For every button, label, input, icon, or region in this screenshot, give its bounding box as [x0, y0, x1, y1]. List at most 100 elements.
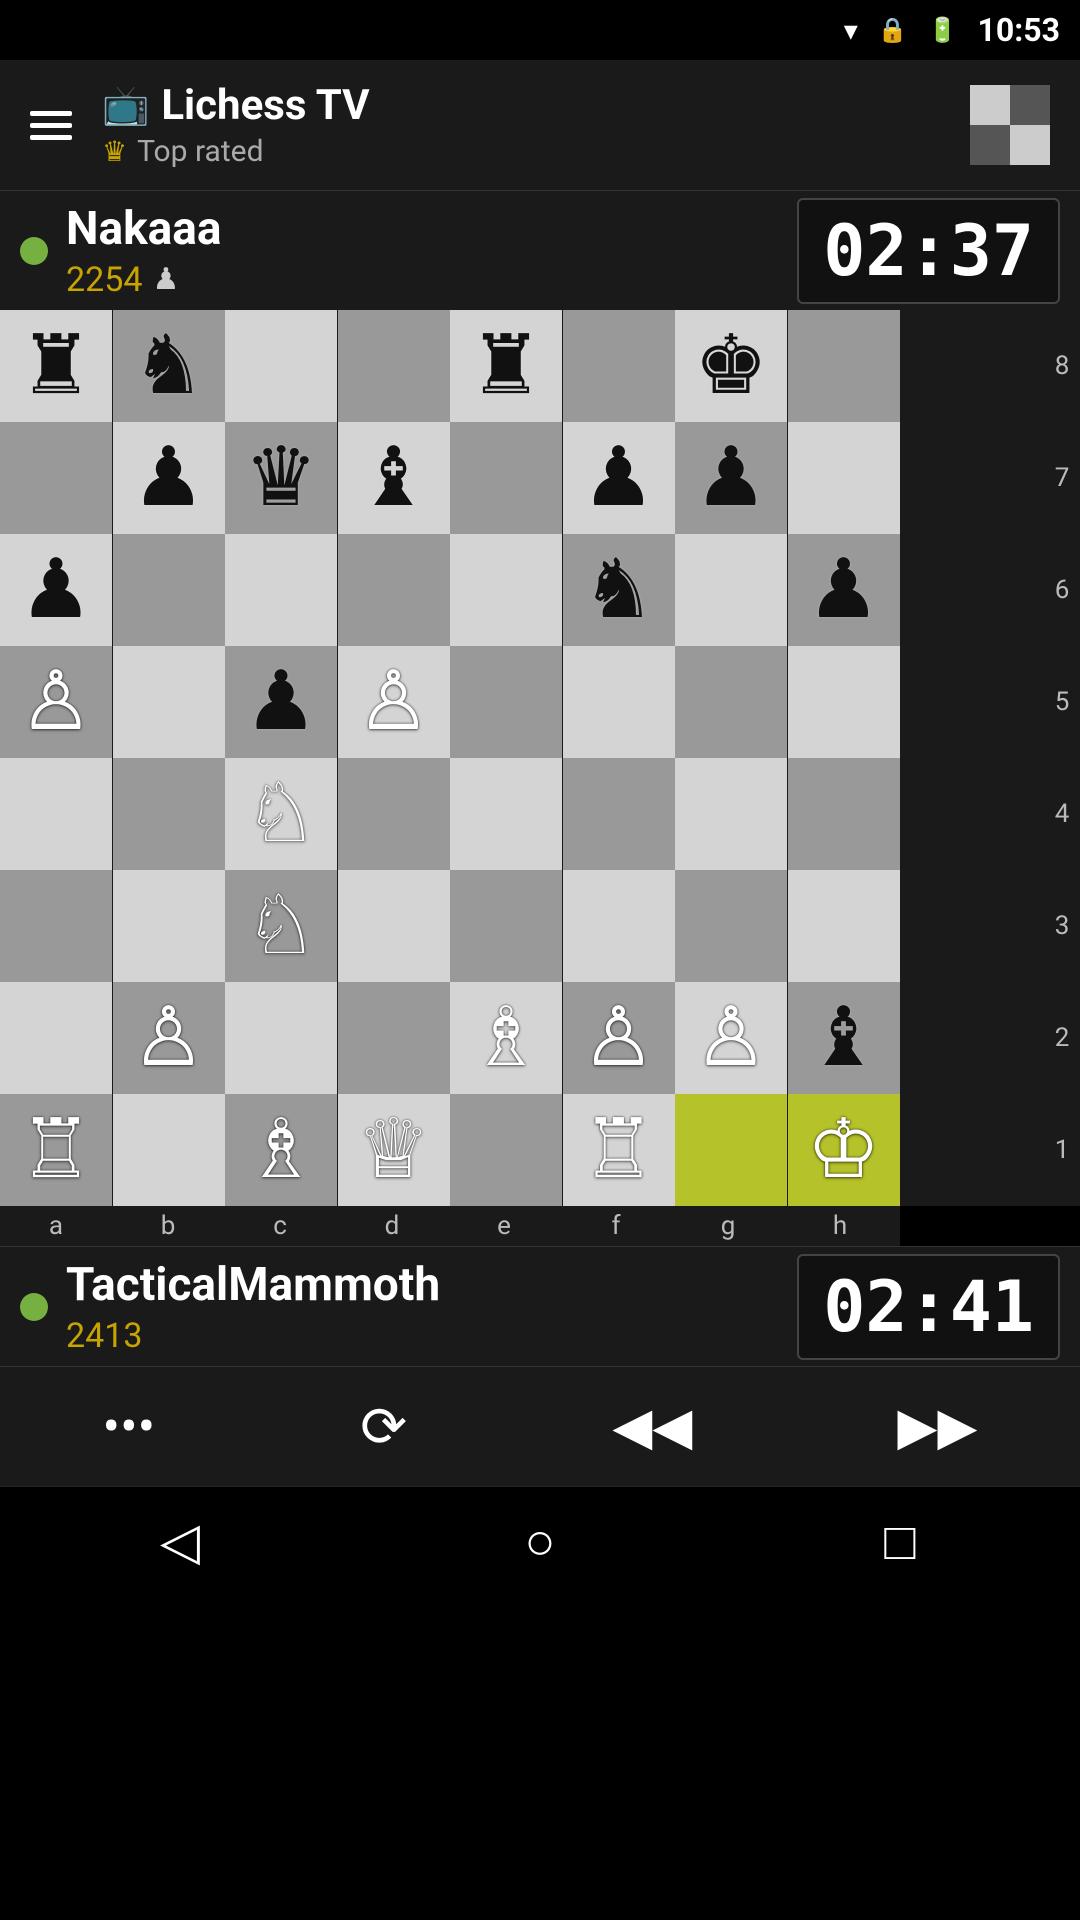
chess-cell-d8[interactable]: [338, 310, 450, 422]
file-h: h: [784, 1206, 896, 1246]
file-b: b: [112, 1206, 224, 1246]
chess-piece-h1: ♔: [807, 1102, 881, 1198]
file-g: g: [672, 1206, 784, 1246]
nav-square-button[interactable]: [850, 1492, 950, 1592]
chess-cell-f1[interactable]: ♖: [563, 1094, 675, 1206]
chess-cell-h3[interactable]: [788, 870, 900, 982]
chess-cell-e8[interactable]: ♜: [450, 310, 562, 422]
player-bottom-rating: 2413: [66, 1316, 797, 1356]
chess-cell-a7[interactable]: [0, 422, 112, 534]
chess-cell-f7[interactable]: ♟: [563, 422, 675, 534]
chess-cell-c2[interactable]: [225, 982, 337, 1094]
chess-cell-h5[interactable]: [788, 646, 900, 758]
controls: ••• ⟳ ◀◀ ▶▶: [0, 1366, 1080, 1486]
player-top-piece-icon: ♟: [152, 262, 179, 297]
chess-cell-c4[interactable]: ♘: [225, 758, 337, 870]
chess-cell-g5[interactable]: [675, 646, 787, 758]
chess-cell-d6[interactable]: [338, 534, 450, 646]
chess-cell-g2[interactable]: ♙: [675, 982, 787, 1094]
chess-piece-a5: ♙: [19, 654, 93, 750]
chess-cell-e6[interactable]: [450, 534, 562, 646]
chess-cell-d2[interactable]: [338, 982, 450, 1094]
more-button[interactable]: •••: [83, 1386, 176, 1467]
chess-cell-a1[interactable]: ♖: [0, 1094, 112, 1206]
app-header: 📺 Lichess TV ♛ Top rated: [0, 60, 1080, 190]
chess-cell-g4[interactable]: [675, 758, 787, 870]
chess-cell-g6[interactable]: [675, 534, 787, 646]
chess-cell-g3[interactable]: [675, 870, 787, 982]
chess-cell-h8[interactable]: [788, 310, 900, 422]
chess-cell-e1[interactable]: [450, 1094, 562, 1206]
chess-cell-c5[interactable]: ♟: [225, 646, 337, 758]
player-top-online-dot: [20, 237, 48, 265]
chess-cell-g1[interactable]: [675, 1094, 787, 1206]
chess-cell-a8[interactable]: ♜: [0, 310, 112, 422]
chess-piece-f2: ♙: [582, 990, 656, 1086]
chess-cell-d3[interactable]: [338, 870, 450, 982]
chess-cell-e7[interactable]: [450, 422, 562, 534]
nav-home-button[interactable]: [490, 1492, 590, 1592]
chess-cell-d5[interactable]: ♙: [338, 646, 450, 758]
chess-cell-a6[interactable]: ♟: [0, 534, 112, 646]
chess-cell-b5[interactable]: [113, 646, 225, 758]
player-top: Nakaaa 2254 ♟ 02:37: [0, 190, 1080, 310]
chess-cell-c3[interactable]: ♘: [225, 870, 337, 982]
chess-piece-a1: ♖: [19, 1102, 93, 1198]
chess-cell-b4[interactable]: [113, 758, 225, 870]
chess-cell-f2[interactable]: ♙: [563, 982, 675, 1094]
chess-cell-h7[interactable]: [788, 422, 900, 534]
player-top-rating: 2254 ♟: [66, 260, 797, 300]
chess-cell-d1[interactable]: ♕: [338, 1094, 450, 1206]
chess-cell-c1[interactable]: ♗: [225, 1094, 337, 1206]
player-top-rating-value: 2254: [66, 260, 142, 300]
chess-piece-d1: ♕: [357, 1102, 431, 1198]
chess-cell-h2[interactable]: ♝: [788, 982, 900, 1094]
menu-button[interactable]: [30, 111, 72, 140]
rank-5: 5: [1044, 646, 1080, 758]
chess-cell-d7[interactable]: ♝: [338, 422, 450, 534]
chess-cell-g7[interactable]: ♟: [675, 422, 787, 534]
chess-cell-b1[interactable]: [113, 1094, 225, 1206]
forward-button[interactable]: ▶▶: [877, 1386, 997, 1467]
chess-cell-h4[interactable]: [788, 758, 900, 870]
chess-piece-c3: ♘: [244, 878, 318, 974]
chess-cell-f3[interactable]: [563, 870, 675, 982]
refresh-button[interactable]: ⟳: [340, 1384, 427, 1470]
chess-cell-c7[interactable]: ♛: [225, 422, 337, 534]
chess-piece-f7: ♟: [582, 430, 656, 526]
nav-back-button[interactable]: [130, 1492, 230, 1592]
chess-piece-c7: ♛: [244, 430, 318, 526]
chess-cell-c6[interactable]: [225, 534, 337, 646]
chess-cell-c8[interactable]: [225, 310, 337, 422]
chess-cell-b3[interactable]: [113, 870, 225, 982]
chess-cell-b7[interactable]: ♟: [113, 422, 225, 534]
chess-cell-b8[interactable]: ♞: [113, 310, 225, 422]
chess-cell-f5[interactable]: [563, 646, 675, 758]
chess-cell-e5[interactable]: [450, 646, 562, 758]
chess-piece-h6: ♟: [807, 542, 881, 638]
chess-cell-f6[interactable]: ♞: [563, 534, 675, 646]
player-bottom-clock: 02:41: [797, 1254, 1060, 1360]
chess-cell-f4[interactable]: [563, 758, 675, 870]
chess-cell-b6[interactable]: [113, 534, 225, 646]
chess-piece-d7: ♝: [357, 430, 431, 526]
chess-cell-a4[interactable]: [0, 758, 112, 870]
back-button[interactable]: ◀◀: [592, 1386, 712, 1467]
chess-cell-b2[interactable]: ♙: [113, 982, 225, 1094]
player-top-clock: 02:37: [797, 198, 1060, 304]
chess-cell-h1[interactable]: ♔: [788, 1094, 900, 1206]
chess-cell-a3[interactable]: [0, 870, 112, 982]
chess-cell-g8[interactable]: ♚: [675, 310, 787, 422]
chess-cell-a5[interactable]: ♙: [0, 646, 112, 758]
chess-cell-e3[interactable]: [450, 870, 562, 982]
chess-piece-b8: ♞: [132, 318, 206, 414]
chess-cell-h6[interactable]: ♟: [788, 534, 900, 646]
chess-piece-b7: ♟: [132, 430, 206, 526]
chess-cell-d4[interactable]: [338, 758, 450, 870]
chess-cell-a2[interactable]: [0, 982, 112, 1094]
chess-cell-e2[interactable]: ♗: [450, 982, 562, 1094]
crown-icon: ♛: [102, 135, 127, 168]
chess-cell-f8[interactable]: [563, 310, 675, 422]
logo-cell: [1010, 125, 1050, 165]
chess-cell-e4[interactable]: [450, 758, 562, 870]
